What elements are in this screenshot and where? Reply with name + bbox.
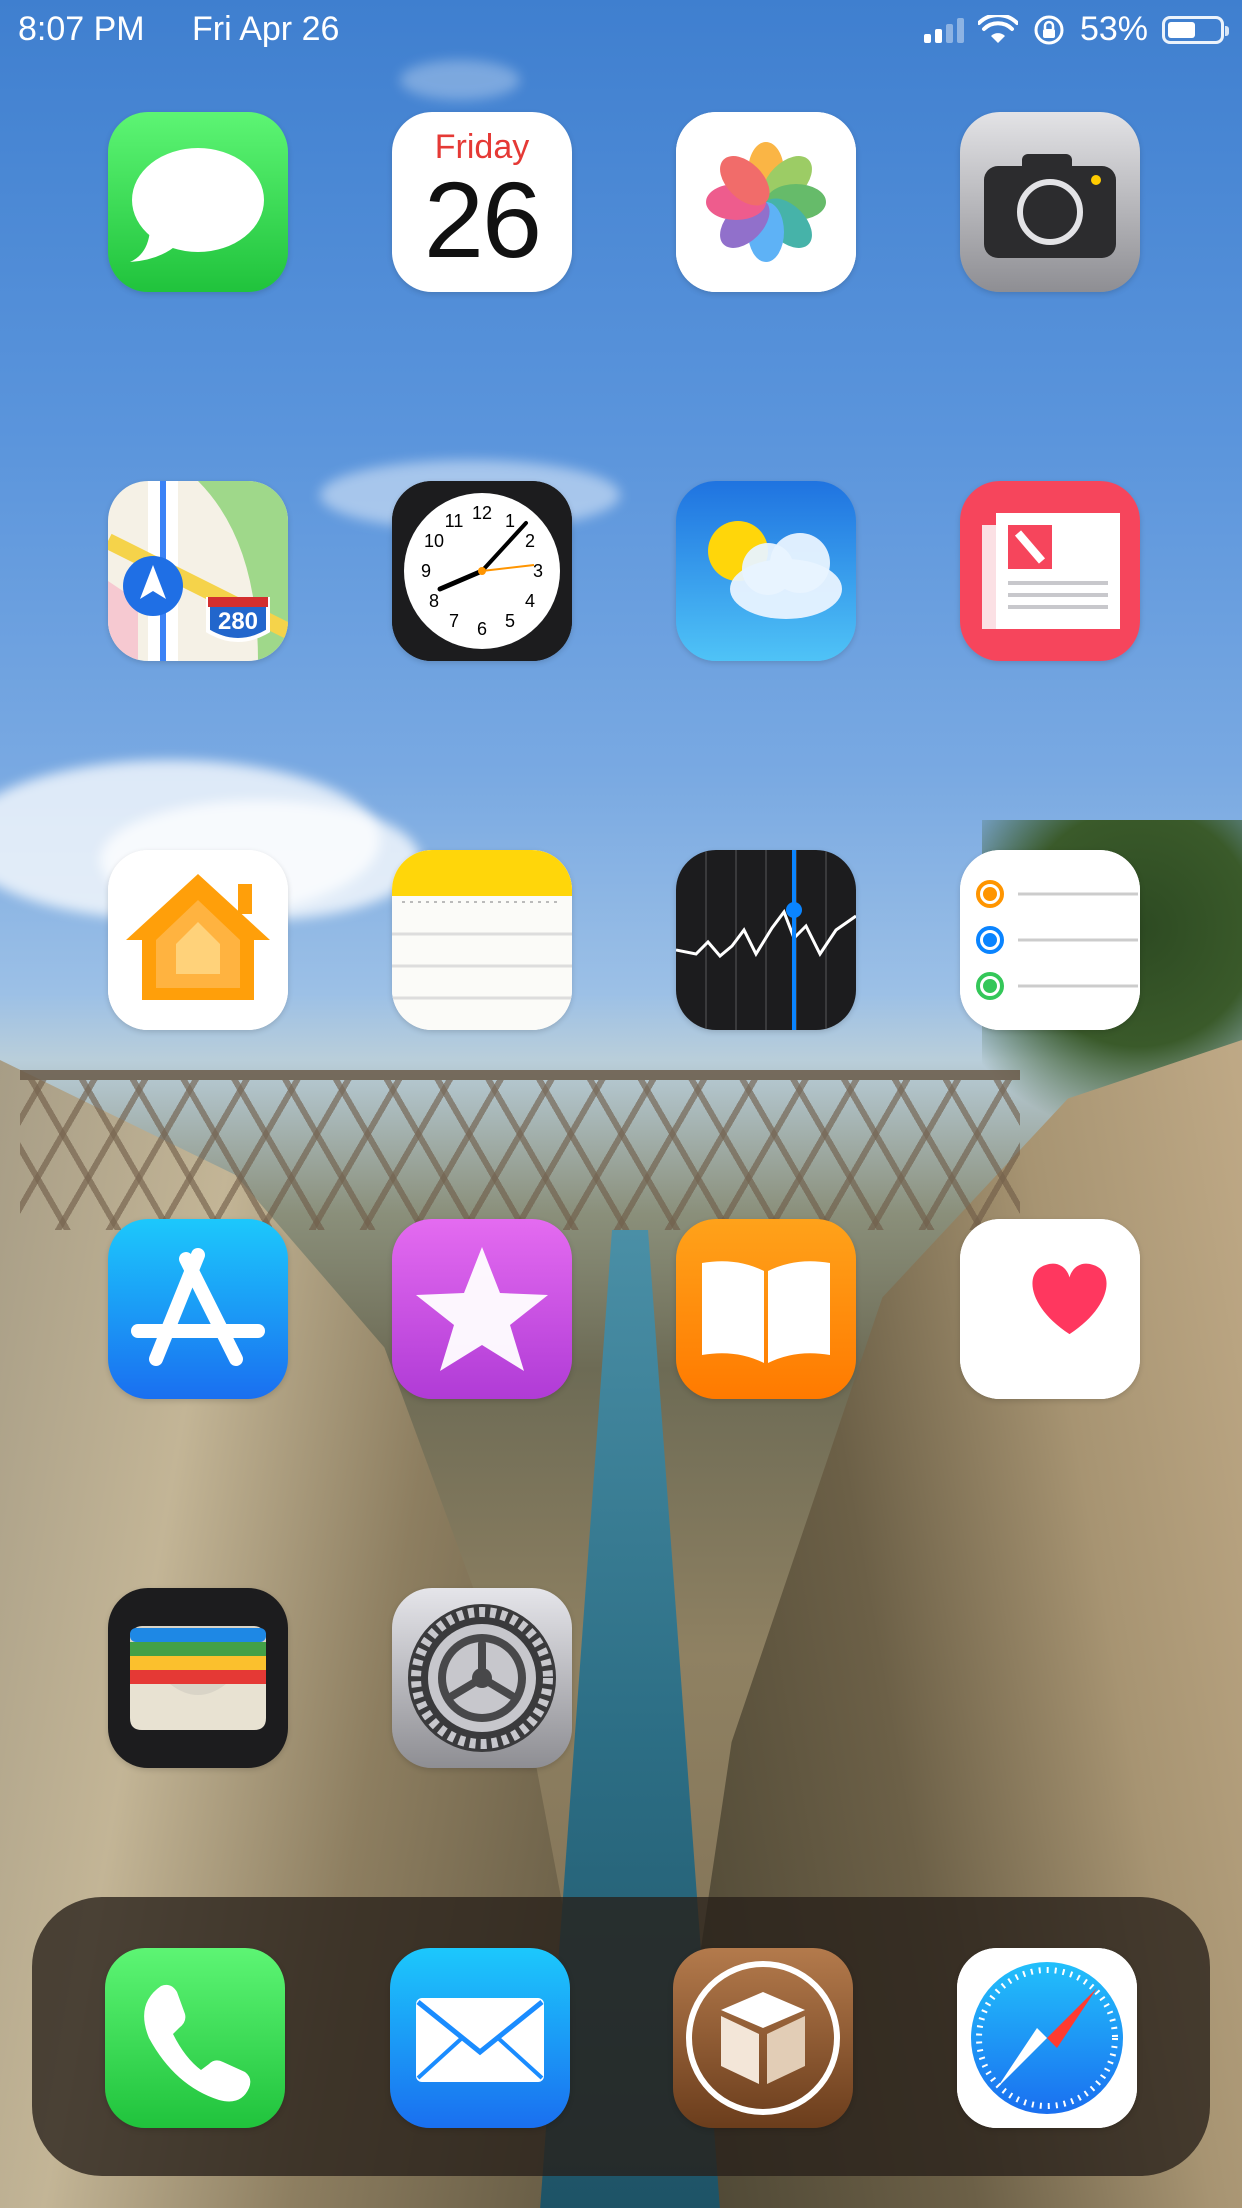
app-store-icon bbox=[108, 1219, 288, 1399]
news-app[interactable] bbox=[960, 481, 1140, 661]
itunes-store-app[interactable] bbox=[392, 1219, 572, 1399]
home-app[interactable] bbox=[108, 850, 288, 1030]
compass-icon bbox=[957, 1948, 1137, 2128]
wallet-icon bbox=[108, 1588, 288, 1768]
calendar-day: 26 bbox=[423, 159, 542, 280]
app-store-app[interactable] bbox=[108, 1219, 288, 1399]
clock-numeral-10: 10 bbox=[424, 531, 444, 551]
calendar-icon: Friday 26 bbox=[392, 112, 572, 292]
box-icon bbox=[673, 1948, 853, 2128]
reminders-icon bbox=[960, 850, 1140, 1030]
wallet-app[interactable] bbox=[108, 1588, 288, 1768]
messages-app[interactable] bbox=[108, 112, 288, 292]
clock-numeral-8: 8 bbox=[429, 591, 439, 611]
envelope-icon bbox=[390, 1948, 570, 2128]
clock-numeral-12: 12 bbox=[472, 503, 492, 523]
cydia-app[interactable] bbox=[673, 1948, 853, 2128]
stocks-icon bbox=[676, 850, 856, 1030]
messages-icon bbox=[108, 112, 288, 292]
status-date: Fri Apr 26 bbox=[192, 10, 340, 48]
phone-app[interactable] bbox=[105, 1948, 285, 2128]
battery-percent: 53% bbox=[1079, 10, 1148, 48]
photos-app[interactable] bbox=[676, 112, 856, 292]
news-icon bbox=[960, 481, 1140, 661]
gear-icon bbox=[392, 1588, 572, 1768]
clock-numeral-5: 5 bbox=[505, 611, 515, 631]
notes-icon bbox=[392, 850, 572, 1030]
photos-icon bbox=[676, 112, 856, 292]
camera-icon bbox=[960, 112, 1140, 292]
weather-icon bbox=[676, 481, 856, 661]
wifi-icon bbox=[977, 14, 1018, 43]
clock-numeral-6: 6 bbox=[477, 619, 487, 639]
clock-numeral-4: 4 bbox=[525, 591, 535, 611]
book-icon bbox=[676, 1219, 856, 1399]
calendar-weekday: Friday bbox=[434, 128, 530, 166]
clock-app[interactable]: 12 1 2 3 4 5 6 7 8 9 10 11 bbox=[392, 481, 572, 661]
clock-icon: 12 1 2 3 4 5 6 7 8 9 10 11 bbox=[392, 481, 572, 661]
clock-numeral-11: 11 bbox=[445, 511, 464, 531]
books-app[interactable] bbox=[676, 1219, 856, 1399]
clock-numeral-9: 9 bbox=[421, 561, 431, 581]
notes-app[interactable] bbox=[392, 850, 572, 1030]
battery-icon bbox=[1162, 15, 1229, 44]
status-bar: 8:07 PM Fri Apr 26 53% bbox=[0, 0, 1242, 58]
stocks-app[interactable] bbox=[676, 850, 856, 1030]
maps-route-shield: 280 bbox=[218, 608, 258, 635]
clock-numeral-7: 7 bbox=[449, 611, 459, 631]
wallpaper bbox=[0, 0, 1242, 2208]
cellular-signal-icon bbox=[923, 17, 964, 43]
clock-numeral-1: 1 bbox=[505, 511, 515, 531]
status-time: 8:07 PM bbox=[18, 10, 145, 48]
weather-app[interactable] bbox=[676, 481, 856, 661]
clock-numeral-3: 3 bbox=[533, 561, 543, 581]
maps-icon: 280 bbox=[108, 481, 288, 661]
calendar-app[interactable]: Friday 26 bbox=[392, 112, 572, 292]
rotation-lock-icon bbox=[1034, 15, 1064, 44]
safari-app[interactable] bbox=[957, 1948, 1137, 2128]
maps-app[interactable]: 280 bbox=[108, 481, 288, 661]
heart-icon bbox=[960, 1219, 1140, 1399]
camera-app[interactable] bbox=[960, 112, 1140, 292]
health-app[interactable] bbox=[960, 1219, 1140, 1399]
settings-app[interactable] bbox=[392, 1588, 572, 1768]
home-icon bbox=[108, 850, 288, 1030]
star-icon bbox=[392, 1219, 572, 1399]
mail-app[interactable] bbox=[390, 1948, 570, 2128]
clock-numeral-2: 2 bbox=[525, 531, 535, 551]
reminders-app[interactable] bbox=[960, 850, 1140, 1030]
phone-icon bbox=[105, 1948, 285, 2128]
